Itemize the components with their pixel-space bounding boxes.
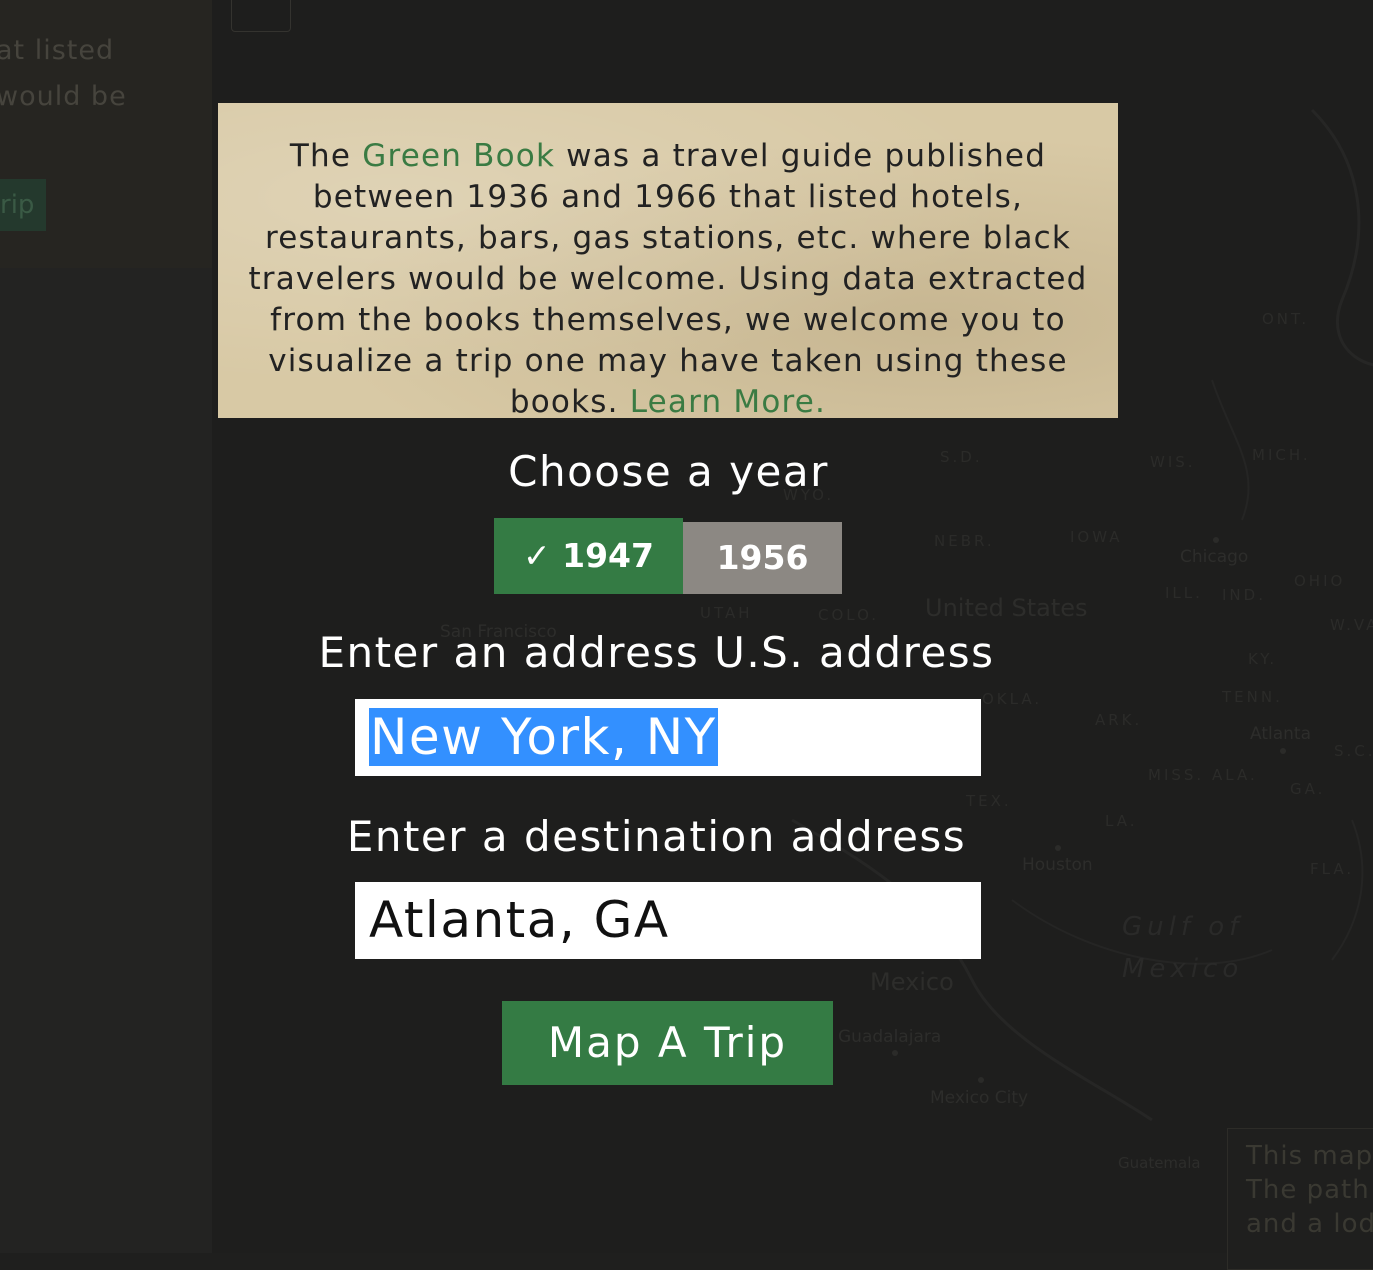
map-label-city: Chicago xyxy=(1180,547,1249,567)
destination-address-heading: Enter a destination address xyxy=(346,812,967,861)
map-label-state: TEX. xyxy=(966,792,1012,810)
map-label-country: Mexico xyxy=(870,968,954,996)
map-label-state: OKLA. xyxy=(982,690,1043,708)
map-label-state: OHIO xyxy=(1294,572,1346,590)
origin-address-input[interactable]: New York, NY xyxy=(355,699,981,776)
map-label-water: Mexico xyxy=(1122,954,1244,984)
left-panel-map-trip-button[interactable]: rip xyxy=(0,179,46,231)
year-1947-button[interactable]: ✓ 1947 xyxy=(494,518,683,594)
map-label-city: Guatemala xyxy=(1118,1154,1201,1172)
map-zoom-out-control[interactable] xyxy=(231,0,291,32)
map-label-city: Atlanta xyxy=(1250,724,1311,744)
left-panel-text-line: at listed xyxy=(0,35,115,66)
map-label-water: Gulf of xyxy=(1122,912,1244,942)
destination-address-input[interactable]: Atlanta, GA xyxy=(355,882,981,959)
map-label-state: ARK. xyxy=(1095,711,1143,729)
origin-address-value: New York, NY xyxy=(369,708,718,766)
left-panel-text-line: would be xyxy=(0,81,127,112)
map-label-city: Mexico City xyxy=(930,1088,1029,1108)
map-label-state: COLO. xyxy=(818,606,880,624)
origin-address-heading: Enter an address U.S. address xyxy=(318,628,995,677)
map-label-state: IND. xyxy=(1222,586,1266,604)
map-label-state: UTAH xyxy=(700,604,753,622)
map-label-state: TENN. xyxy=(1222,688,1283,706)
intro-text: The xyxy=(289,138,363,174)
map-a-trip-button[interactable]: Map A Trip xyxy=(502,1001,833,1085)
map-label-country: United States xyxy=(925,594,1088,622)
map-label-state: ALA. xyxy=(1212,766,1258,784)
intro-description-panel: The Green Book was a travel guide publis… xyxy=(218,103,1118,420)
map-city-dot xyxy=(1213,537,1219,543)
map-label-state: ONT. xyxy=(1262,310,1310,328)
year-1956-button[interactable]: 1956 xyxy=(683,522,842,594)
map-city-dot xyxy=(892,1050,898,1056)
map-label-state: IOWA xyxy=(1070,528,1123,546)
map-label-state: S.C. xyxy=(1334,742,1373,760)
left-info-panel: at listed would be rip xyxy=(0,0,212,268)
map-label-state: ILL. xyxy=(1165,584,1203,602)
map-city-dot xyxy=(978,1077,984,1083)
map-label-city: Guadalajara xyxy=(838,1027,942,1047)
map-label-state: MISS. xyxy=(1148,766,1205,784)
map-label-state: NEBR. xyxy=(934,532,995,550)
green-book-link[interactable]: Green Book xyxy=(362,138,555,174)
map-label-state: FLA. xyxy=(1310,860,1355,878)
choose-year-heading: Choose a year xyxy=(508,447,829,496)
map-city-dot xyxy=(1280,748,1286,754)
intro-text: was a travel guide published between 193… xyxy=(248,138,1088,420)
map-label-state: GA. xyxy=(1290,780,1326,798)
destination-address-value: Atlanta, GA xyxy=(369,891,670,949)
map-legend-panel: This map The path and a lod xyxy=(1227,1128,1373,1270)
legend-text-line: and a lod xyxy=(1246,1209,1373,1239)
legend-text-line: This map xyxy=(1246,1141,1373,1171)
legend-text-line: The path xyxy=(1246,1175,1370,1205)
learn-more-link[interactable]: Learn More. xyxy=(630,384,826,420)
